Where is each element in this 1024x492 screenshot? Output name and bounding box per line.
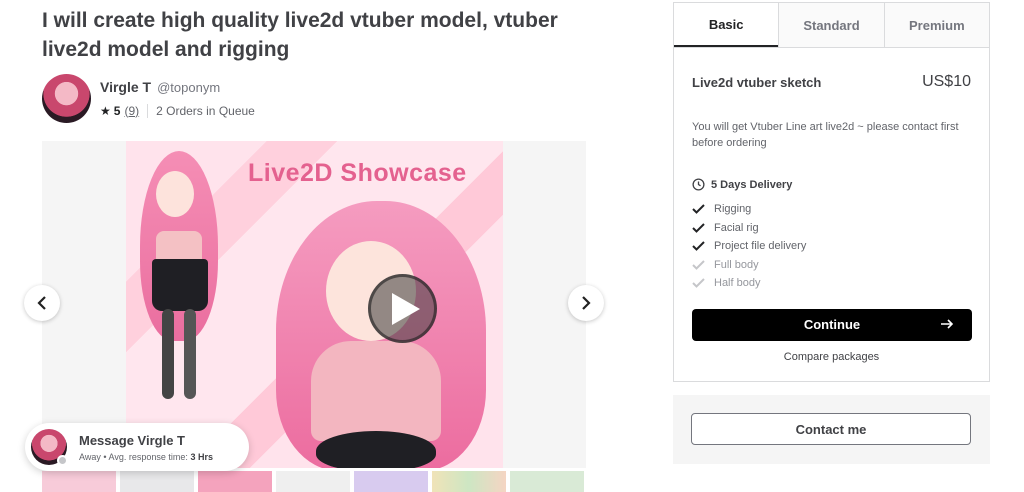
message-subtitle: Away • Avg. response time: 3 Hrs	[79, 452, 213, 462]
contact-me-button[interactable]: Contact me	[691, 413, 971, 445]
check-icon	[692, 278, 708, 289]
chevron-right-icon	[582, 296, 591, 310]
away-status-dot	[57, 455, 68, 466]
character-leg	[184, 309, 196, 399]
gallery-thumbnails	[42, 471, 586, 492]
showcase-title: Live2D Showcase	[248, 159, 467, 187]
availability-status: Away	[79, 451, 101, 462]
seller-name[interactable]: Virgle T	[100, 79, 151, 95]
character-face-left	[156, 171, 194, 217]
feature-item: Half body	[692, 274, 971, 293]
play-icon	[391, 292, 420, 325]
seller-overview: Virgle T @toponym ★ 5 (9) 2 Orders in Qu…	[42, 72, 255, 124]
star-icon: ★	[100, 103, 111, 118]
character-leg	[162, 309, 174, 399]
play-video-button[interactable]	[368, 274, 437, 343]
response-time-label: Avg. response time:	[108, 451, 188, 462]
chevron-left-icon	[37, 296, 46, 310]
tab-standard[interactable]: Standard	[778, 3, 884, 47]
continue-label: Continue	[803, 317, 861, 332]
character-body-right	[311, 341, 441, 441]
package-price: US$10	[922, 73, 971, 90]
feature-list: Rigging Facial rig Project file delivery…	[692, 200, 971, 293]
showcase-image: Live2D Showcase	[126, 141, 503, 468]
package-name: Live2d vtuber sketch	[692, 74, 822, 90]
message-avatar	[31, 429, 68, 466]
character-skirt-left	[152, 259, 208, 311]
check-icon	[692, 204, 708, 215]
gallery-thumbnail[interactable]	[198, 471, 272, 492]
feature-label: Half body	[714, 277, 761, 290]
gallery-prev-button[interactable]	[24, 285, 60, 321]
check-icon	[692, 223, 708, 233]
compare-packages-link[interactable]: Compare packages	[692, 351, 971, 363]
feature-label: Rigging	[714, 203, 752, 216]
orders-in-queue: 2 Orders in Queue	[156, 103, 255, 118]
gallery-next-button[interactable]	[568, 285, 604, 321]
clock-icon	[692, 178, 705, 191]
check-icon	[692, 241, 708, 252]
seller-handle: @toponym	[157, 79, 221, 95]
continue-button[interactable]: Continue	[692, 308, 972, 341]
feature-item: Facial rig	[692, 219, 971, 238]
gallery-thumbnail[interactable]	[510, 471, 584, 492]
seller-info: Virgle T @toponym ★ 5 (9) 2 Orders in Qu…	[100, 79, 255, 118]
gallery-thumbnail[interactable]	[42, 471, 116, 492]
character-skirt-right	[316, 431, 436, 468]
gig-title: I will create high quality live2d vtuber…	[42, 9, 558, 61]
check-icon	[692, 260, 708, 270]
feature-label: Project file delivery	[714, 240, 807, 253]
feature-label: Full body	[714, 258, 759, 271]
tab-basic[interactable]: Basic	[674, 3, 779, 47]
seller-avatar[interactable]	[42, 73, 91, 123]
contact-section: Contact me	[673, 395, 990, 464]
gallery-thumbnail[interactable]	[276, 471, 350, 492]
arrow-right-icon	[941, 318, 954, 329]
rating-value: 5	[113, 103, 121, 118]
gallery-thumbnail[interactable]	[120, 471, 194, 492]
rating-row: ★ 5 (9) 2 Orders in Queue	[100, 103, 255, 118]
package-panel: Basic Standard Premium Live2d vtuber ske…	[673, 2, 990, 382]
package-description: You will get Vtuber Line art live2d ~ pl…	[692, 121, 959, 149]
package-tabs: Basic Standard Premium	[674, 3, 989, 48]
gallery-thumbnail[interactable]	[354, 471, 428, 492]
rating-divider	[147, 103, 149, 118]
feature-item: Rigging	[692, 200, 971, 219]
delivery-time: 5 Days Delivery	[692, 178, 971, 191]
gallery-thumbnail[interactable]	[432, 471, 506, 492]
feature-item: Project file delivery	[692, 237, 971, 256]
tab-premium[interactable]: Premium	[883, 3, 989, 47]
delivery-label: 5 Days Delivery	[711, 178, 793, 191]
rating-count-link[interactable]: (9)	[124, 104, 139, 118]
message-seller-bubble[interactable]: Message Virgle T Away • Avg. response ti…	[25, 423, 249, 471]
feature-label: Facial rig	[714, 221, 759, 234]
gig-gallery[interactable]: Live2D Showcase	[42, 141, 586, 468]
message-title: Message Virgle T	[79, 432, 185, 448]
response-time-value: 3 Hrs	[190, 451, 213, 462]
separator-dot: •	[103, 451, 107, 462]
feature-item: Full body	[692, 256, 971, 275]
